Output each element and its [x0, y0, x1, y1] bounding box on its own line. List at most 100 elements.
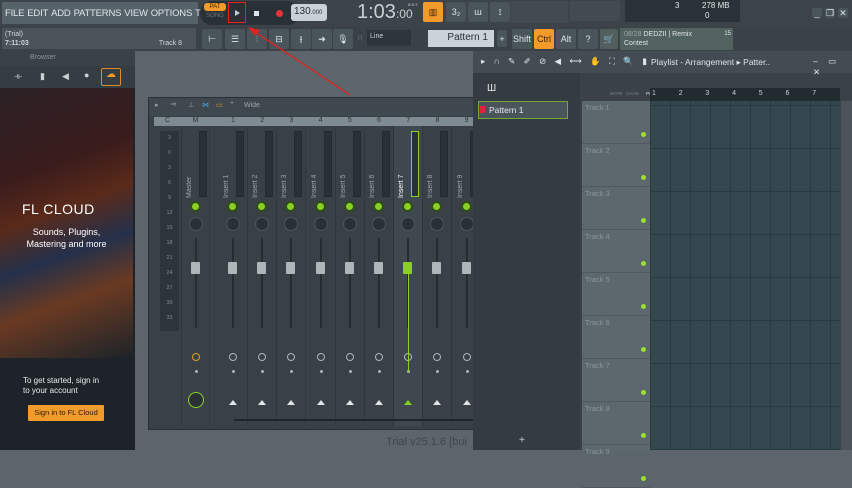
volume-fader[interactable]	[461, 262, 471, 274]
speaker-icon[interactable]: ◀	[62, 71, 69, 82]
mute-led[interactable]	[404, 203, 412, 210]
route-icon[interactable]: ⥤	[171, 101, 177, 109]
mute-led[interactable]	[258, 203, 266, 210]
menu-add[interactable]: ADD	[51, 8, 71, 19]
restore-button[interactable]: ❐	[825, 8, 835, 18]
track-header[interactable]: Track 2	[582, 144, 650, 187]
piano-icon[interactable]: Ш	[487, 83, 496, 94]
close-button[interactable]: ✕	[838, 8, 848, 18]
master-send-knob[interactable]	[188, 392, 204, 408]
news-panel[interactable]: 08/28 DEDZII | Remix Contest 15	[620, 28, 733, 50]
browser-button[interactable]: ⊢	[202, 29, 222, 49]
split-icon[interactable]: ⋈	[202, 101, 209, 109]
mute-led[interactable]	[287, 203, 295, 210]
plugin-icon[interactable]: ⟛	[14, 71, 22, 82]
volume-fader[interactable]	[344, 262, 354, 274]
track-header[interactable]: Track 3	[582, 187, 650, 230]
pin-icon[interactable]: ⊥	[188, 101, 194, 109]
send-arrow-icon[interactable]	[258, 400, 267, 405]
add-pattern-button[interactable]: +	[497, 30, 507, 47]
recording-mode-button[interactable]: ⟟	[490, 2, 510, 22]
insert-strip[interactable]: 3 Insert 3	[277, 117, 307, 426]
clock-icon[interactable]	[258, 353, 267, 361]
track-header[interactable]: Track 7	[582, 359, 650, 402]
track-header[interactable]: Track 9	[582, 445, 650, 488]
volume-fader[interactable]	[257, 262, 267, 274]
snap-selector[interactable]: Line	[367, 30, 411, 46]
mute-led[interactable]	[375, 203, 382, 210]
insert-strip[interactable]: 4 Insert 4	[307, 117, 336, 426]
track-header[interactable]: Track 8	[582, 402, 650, 445]
playlist-window-controls[interactable]: – ▭ ✕	[813, 56, 852, 78]
pan-knob[interactable]	[430, 217, 445, 231]
menu-file[interactable]: FILE	[5, 8, 24, 19]
volume-fader[interactable]	[191, 262, 200, 274]
track-header[interactable]: Track 4	[582, 230, 650, 273]
note-label[interactable]: NOTE	[610, 91, 623, 96]
mute-led[interactable]	[345, 203, 353, 210]
mute-led[interactable]	[462, 203, 470, 210]
clock-icon[interactable]	[375, 353, 383, 361]
ctrl-button[interactable]: Ctrl	[534, 29, 554, 49]
layout-icon[interactable]: ▭	[216, 101, 223, 109]
clock-icon[interactable]	[316, 353, 325, 361]
send-arrow-icon[interactable]	[462, 400, 471, 405]
send-arrow-icon[interactable]	[287, 400, 296, 405]
mixer-menu-icon[interactable]: ▸	[155, 101, 159, 109]
cloud-icon[interactable]: ☁	[101, 68, 121, 86]
menu-view[interactable]: VIEW	[124, 8, 148, 19]
track-led[interactable]	[641, 218, 646, 223]
file-icon[interactable]: ▮	[40, 71, 45, 82]
menu-edit[interactable]: EDIT	[27, 8, 48, 19]
menu-patterns[interactable]: PATTERNS	[74, 8, 122, 19]
mute-led[interactable]	[192, 203, 199, 210]
pan-knob[interactable]	[255, 217, 270, 231]
send-arrow-icon[interactable]	[229, 400, 237, 405]
step-edit-button[interactable]: 3₂	[446, 2, 466, 22]
insert-strip[interactable]: 7 Insert 7	[394, 117, 424, 426]
tempo-display[interactable]: 130.000	[291, 4, 327, 21]
clock-icon[interactable]	[229, 353, 237, 361]
vertical-scrollbar[interactable]	[841, 101, 852, 450]
pan-knob[interactable]	[372, 217, 386, 231]
track-header[interactable]: Track 5	[582, 273, 650, 316]
clock-icon[interactable]	[462, 353, 471, 361]
pattern-item[interactable]: Pattern 1	[478, 101, 568, 119]
track-led[interactable]	[641, 347, 646, 352]
track-header[interactable]: Track 6	[582, 316, 650, 359]
pan-knob[interactable]	[189, 217, 203, 231]
pan-knob[interactable]	[401, 217, 416, 231]
send-arrow-icon[interactable]	[404, 400, 413, 405]
track-led[interactable]	[641, 433, 646, 438]
clock-icon[interactable]	[433, 353, 442, 361]
arrangement-grid[interactable]	[650, 101, 840, 450]
insert-strip[interactable]: 5 Insert 5	[336, 117, 365, 426]
menu-options[interactable]: OPTIONS	[151, 8, 193, 19]
signin-button[interactable]: Sign in to FL Cloud	[28, 405, 104, 421]
track-led[interactable]	[641, 476, 646, 481]
mixer-mode[interactable]: Wide	[244, 102, 260, 109]
track-led[interactable]	[641, 304, 646, 309]
stop-button[interactable]	[250, 7, 262, 19]
clock-icon[interactable]	[287, 353, 296, 361]
add-icon[interactable]: +	[230, 100, 234, 107]
pan-knob[interactable]	[226, 217, 240, 231]
mixer-scrollbar[interactable]	[234, 419, 474, 421]
timeline-ruler[interactable]: 1 2 3 4 5 6 7	[650, 88, 840, 101]
track-led[interactable]	[641, 132, 646, 137]
volume-fader[interactable]	[315, 262, 325, 274]
shift-button[interactable]: Shift	[512, 29, 532, 49]
volume-fader[interactable]	[286, 262, 296, 274]
mute-led[interactable]	[433, 203, 441, 210]
send-arrow-icon[interactable]	[345, 400, 354, 405]
alt-button[interactable]: Alt	[556, 29, 576, 49]
help-button[interactable]: ?	[578, 29, 598, 49]
clock-icon[interactable]	[345, 353, 354, 361]
volume-fader[interactable]	[228, 262, 237, 274]
pan-knob[interactable]	[313, 217, 328, 231]
minimize-button[interactable]: _	[812, 8, 822, 18]
pan-knob[interactable]	[284, 217, 299, 231]
insert-strip[interactable]: 2 Insert 2	[248, 117, 278, 426]
send-arrow-icon[interactable]	[375, 400, 383, 405]
globe-icon[interactable]: ●	[84, 70, 89, 80]
